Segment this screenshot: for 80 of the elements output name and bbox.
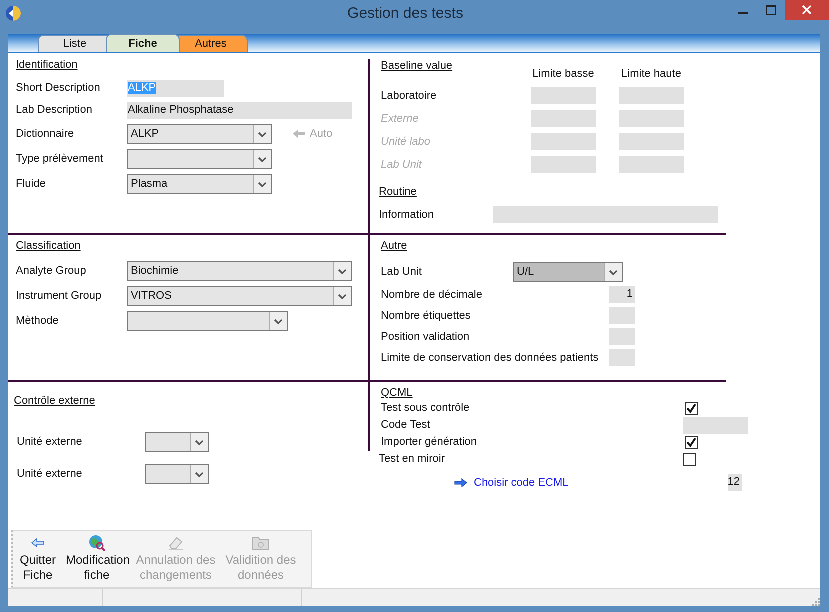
input-field[interactable]	[619, 156, 684, 173]
input-field[interactable]	[609, 328, 635, 345]
input-field[interactable]	[619, 133, 684, 150]
column-header: Limite basse	[532, 67, 596, 81]
checkbox[interactable]	[683, 453, 696, 466]
field-label: Short Description	[16, 81, 102, 96]
dropdown[interactable]: ALKP	[127, 124, 272, 144]
app-icon	[5, 4, 22, 22]
input-field[interactable]	[619, 87, 684, 104]
input-field[interactable]	[531, 87, 596, 104]
field-label: Importer génération	[381, 435, 478, 450]
window-title: Gestion des tests	[346, 4, 464, 22]
toolbar-button[interactable]: Quitter Fiche	[13, 533, 63, 588]
minimize-icon	[738, 12, 748, 14]
dropdown[interactable]: U/L	[513, 262, 623, 282]
checkbox[interactable]	[685, 436, 698, 449]
field-label: Unité externe	[17, 468, 84, 480]
input-field[interactable]	[531, 156, 596, 173]
field-label: Laboratoire	[381, 90, 438, 102]
field-label: Fluide	[16, 176, 47, 192]
tab[interactable]: Fiche	[106, 34, 180, 52]
field-label: Dictionnaire	[16, 126, 76, 142]
field-label: Nombre de décimale	[381, 288, 484, 300]
field-label: Test sous contrôle	[381, 401, 471, 416]
input-field[interactable]	[531, 110, 596, 127]
field-label: Analyte Group	[16, 264, 88, 278]
field-label: Lab Unit	[381, 158, 424, 170]
field-label: Unité externe	[17, 436, 84, 448]
resize-grip-icon	[810, 596, 820, 606]
field-label: Externe	[381, 112, 420, 124]
close-icon	[802, 5, 812, 15]
section-title: QCML	[381, 386, 413, 400]
field-label: Information	[379, 208, 436, 220]
arrow-left-icon	[31, 538, 45, 548]
dropdown[interactable]	[145, 464, 209, 484]
folder-icon	[252, 535, 270, 552]
dropdown[interactable]: Biochimie	[127, 261, 352, 281]
close-button[interactable]	[785, 0, 829, 20]
input-field[interactable]	[609, 307, 635, 324]
input-field[interactable]	[619, 110, 684, 127]
column-header: Limite haute	[620, 67, 682, 81]
section-title: Autre	[381, 239, 408, 253]
field-label: Mèthode	[16, 314, 60, 328]
checkbox[interactable]	[685, 402, 698, 415]
input-field[interactable]: 12	[728, 474, 742, 491]
section-title: Baseline value	[381, 59, 453, 73]
field-label: Lab Description	[16, 103, 94, 118]
field-label: Lab Unit	[381, 266, 423, 278]
input-field[interactable]: 1	[609, 286, 635, 303]
section-title: Routine	[379, 185, 417, 199]
globe-search-icon	[88, 534, 106, 552]
arrow-left-icon	[292, 129, 306, 139]
section-title: Contrôle externe	[14, 394, 96, 408]
field-label: Limite de conservation des données patients	[381, 352, 600, 364]
section-title: Identification	[16, 58, 78, 72]
dropdown[interactable]: Plasma	[127, 174, 272, 194]
field-label: Position validation	[381, 330, 471, 342]
input-field[interactable]	[683, 417, 748, 434]
field-label: Code Test	[381, 418, 432, 433]
input-field[interactable]: Alkaline Phosphatase	[127, 102, 352, 119]
dropdown[interactable]	[145, 432, 209, 452]
input-field[interactable]	[609, 349, 635, 366]
check-icon	[686, 403, 697, 414]
dropdown[interactable]	[127, 311, 288, 331]
field-label: Nombre étiquettes	[381, 310, 472, 322]
dropdown[interactable]	[127, 149, 272, 169]
eraser-icon	[167, 535, 185, 552]
check-icon	[686, 437, 697, 448]
field-label: Unité labo	[381, 136, 432, 148]
input-field[interactable]	[531, 133, 596, 150]
field-label: Instrument Group	[16, 288, 103, 304]
field-label: Type prélèvement	[16, 152, 104, 166]
field-label: Test en miroir	[379, 452, 446, 467]
maximize-icon	[766, 5, 776, 15]
arrow-right-icon	[454, 478, 468, 488]
input-field[interactable]	[493, 206, 718, 223]
link[interactable]: Choisir code ECML	[454, 476, 569, 488]
toolbar-button[interactable]: Modification fiche	[63, 533, 131, 588]
section-title: Classification	[16, 239, 81, 253]
dropdown[interactable]: VITROS	[127, 286, 352, 306]
